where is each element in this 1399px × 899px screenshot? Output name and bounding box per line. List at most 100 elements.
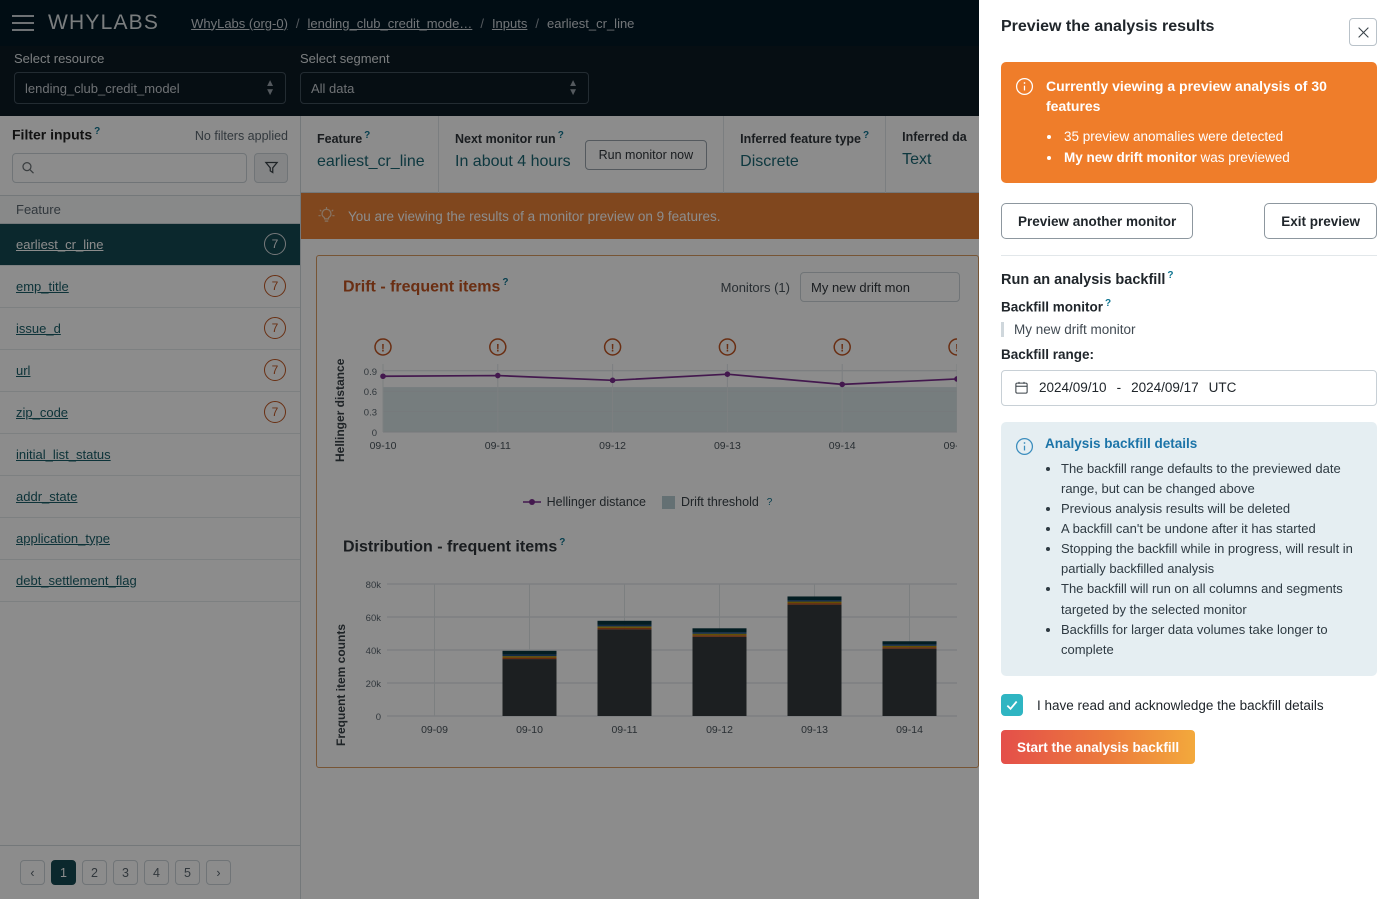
pagination-prev[interactable]: ‹ [20, 860, 45, 885]
search-input[interactable] [41, 160, 238, 175]
anomaly-count-badge: 7 [264, 401, 286, 423]
segment-selector-group: Select segment All data ▲▼ [300, 51, 589, 104]
pagination-page-3[interactable]: 3 [113, 860, 138, 885]
drift-y-axis-label: Hellinger distance [333, 359, 347, 462]
feature-list: earliest_cr_line7emp_title7issue_d7url7z… [0, 224, 300, 845]
resource-select[interactable]: lending_club_credit_model ▲▼ [14, 72, 286, 104]
inferred-feature-type-label: Inferred feature type? [740, 130, 869, 146]
legend-threshold-label: Drift threshold [681, 495, 759, 509]
help-icon[interactable]: ? [1105, 298, 1111, 309]
exit-preview-button[interactable]: Exit preview [1264, 203, 1377, 239]
preview-another-monitor-button[interactable]: Preview another monitor [1001, 203, 1193, 239]
feature-label: Feature? [317, 130, 422, 146]
alert-title: Currently viewing a preview analysis of … [1046, 76, 1361, 117]
feature-row-label: debt_settlement_flag [16, 573, 137, 588]
svg-text:!: ! [726, 343, 730, 355]
feature-row-url[interactable]: url7 [0, 350, 300, 392]
help-icon[interactable]: ? [863, 130, 869, 141]
lightbulb-icon [317, 207, 336, 226]
no-filters-status: No filters applied [195, 129, 288, 143]
preview-banner-text: You are viewing the results of a monitor… [348, 209, 720, 224]
feature-row-label: url [16, 363, 30, 378]
feature-row-zip_code[interactable]: zip_code7 [0, 392, 300, 434]
alert-monitor-name: My new drift monitor [1064, 150, 1197, 165]
legend-hellinger-label: Hellinger distance [547, 495, 646, 509]
feature-row-debt_settlement_flag[interactable]: debt_settlement_flag [0, 560, 300, 602]
pagination-page-2[interactable]: 2 [82, 860, 107, 885]
feature-row-emp_title[interactable]: emp_title7 [0, 266, 300, 308]
backfill-details-list: The backfill range defaults to the previ… [1061, 459, 1361, 660]
start-analysis-backfill-button[interactable]: Start the analysis backfill [1001, 730, 1195, 764]
calendar-icon [1014, 380, 1029, 395]
segment-select[interactable]: All data ▲▼ [300, 72, 589, 104]
backfill-range-label: Backfill range: [1001, 347, 1377, 362]
alert-bullet-list: 35 preview anomalies were detected My ne… [1062, 126, 1361, 170]
close-icon[interactable] [1349, 18, 1377, 46]
breadcrumb-separator: / [480, 16, 484, 31]
feature-row-label: issue_d [16, 321, 61, 336]
chevron-updown-icon: ▲▼ [568, 79, 578, 97]
run-monitor-now-button[interactable]: Run monitor now [585, 140, 708, 170]
resource-selector-label: Select resource [14, 51, 286, 66]
backfill-detail-item: A backfill can't be undone after it has … [1061, 519, 1361, 539]
breadcrumb-org[interactable]: WhyLabs (org-0) [191, 16, 288, 31]
hamburger-menu-icon[interactable] [12, 15, 34, 31]
help-icon[interactable]: ? [364, 130, 370, 141]
preview-analysis-panel: Preview the analysis results Currently v… [979, 0, 1399, 899]
svg-text:09-10: 09-10 [370, 440, 397, 452]
svg-text:!: ! [611, 343, 615, 355]
drift-chart-title-text: Drift - frequent items [343, 279, 500, 296]
breadcrumb-model[interactable]: lending_club_credit_mode… [308, 16, 473, 31]
backfill-monitor-label: Backfill monitor? [1001, 298, 1377, 315]
search-box[interactable] [12, 153, 247, 183]
svg-text:09-14: 09-14 [896, 724, 923, 736]
feature-row-addr_state[interactable]: addr_state [0, 476, 300, 518]
date-end: 2024/09/17 [1131, 380, 1199, 395]
svg-text:20k: 20k [366, 679, 382, 690]
breadcrumb-separator: / [535, 16, 539, 31]
feature-row-issue_d[interactable]: issue_d 7 [0, 308, 300, 350]
filter-header: Filter inputs? No filters applied [0, 116, 300, 183]
acknowledge-checkbox[interactable] [1001, 694, 1023, 716]
monitor-preview-banner: You are viewing the results of a monitor… [301, 193, 979, 239]
help-icon[interactable]: ? [767, 497, 773, 508]
search-icon [21, 160, 35, 175]
anomaly-count-badge: 7 [264, 317, 286, 339]
breadcrumb: WhyLabs (org-0) / lending_club_credit_mo… [191, 16, 634, 31]
breadcrumb-inputs[interactable]: Inputs [492, 16, 527, 31]
info-icon [1015, 77, 1034, 96]
help-icon[interactable]: ? [1167, 270, 1173, 281]
distribution-y-axis-label: Frequent item counts [334, 624, 348, 746]
svg-text:09-11: 09-11 [611, 724, 637, 736]
pagination-page-5[interactable]: 5 [175, 860, 200, 885]
help-icon[interactable]: ? [559, 537, 565, 548]
pagination-page-1[interactable]: 1 [51, 860, 76, 885]
whylabs-logo: WHYLABS [48, 11, 159, 35]
feature-name-cell: Feature? earliest_cr_line [301, 116, 439, 193]
pagination-next[interactable]: › [206, 860, 231, 885]
svg-text:09-13: 09-13 [801, 724, 828, 736]
next-monitor-run-value: In about 4 hours [455, 153, 571, 171]
backfill-detail-item: Stopping the backfill while in progress,… [1061, 539, 1361, 579]
monitors-count-label: Monitors (1) [721, 280, 790, 295]
inferred-feature-type-label-text: Inferred feature type [740, 132, 861, 146]
resource-selector-group: Select resource lending_club_credit_mode… [14, 51, 286, 104]
feature-row-initial_list_status[interactable]: initial_list_status [0, 434, 300, 476]
alert-monitor-suffix: was previewed [1197, 150, 1290, 165]
filter-button[interactable] [254, 153, 288, 183]
feature-row-label: emp_title [16, 279, 69, 294]
feature-row-application_type[interactable]: application_type [0, 518, 300, 560]
breadcrumb-current: earliest_cr_line [547, 16, 634, 31]
drift-chart-title: Drift - frequent items? [343, 277, 508, 296]
svg-text:40k: 40k [366, 646, 382, 657]
feature-label-text: Feature [317, 132, 362, 146]
close-x-icon [1357, 26, 1370, 39]
help-icon[interactable]: ? [94, 126, 100, 137]
feature-row-earliest_cr_line[interactable]: earliest_cr_line7 [0, 224, 300, 266]
help-icon[interactable]: ? [558, 130, 564, 141]
backfill-date-range-picker[interactable]: 2024/09/10 - 2024/09/17 UTC [1001, 370, 1377, 406]
help-icon[interactable]: ? [502, 277, 508, 288]
backfill-detail-item: The backfill will run on all columns and… [1061, 579, 1361, 619]
pagination-page-4[interactable]: 4 [144, 860, 169, 885]
monitor-select[interactable]: My new drift mon [800, 272, 960, 302]
